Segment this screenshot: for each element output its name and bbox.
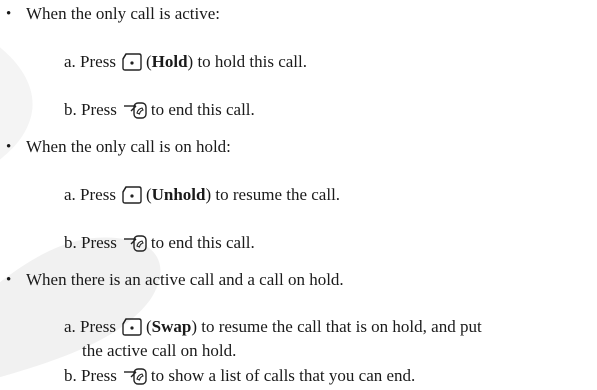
- step-text: b. Press to end this call.: [64, 233, 255, 257]
- softkey-label: Hold: [151, 52, 188, 71]
- step-pre: Press: [80, 185, 116, 204]
- left-softkey-icon: [122, 318, 142, 341]
- step-post: to end this call.: [150, 233, 255, 252]
- step-post: to resume the call.: [215, 185, 341, 204]
- left-softkey-icon: [122, 186, 142, 209]
- step-pre: Press: [81, 233, 117, 252]
- step-text: a. Press (Unhold) to resume the call.: [64, 185, 340, 209]
- step-pre: Press: [80, 317, 116, 336]
- end-call-icon: [123, 234, 147, 257]
- bullet-marker: •: [6, 139, 12, 155]
- step-pre: Press: [80, 52, 116, 71]
- step-post: to show a list of calls that you can end…: [150, 366, 416, 385]
- bullet-marker: •: [6, 6, 12, 22]
- end-call-icon: [123, 101, 147, 124]
- instructions-document: • When the only call is active: a. Press…: [0, 0, 597, 387]
- step-text: a. Press (Swap) to resume the call that i…: [64, 317, 482, 341]
- step-text: a. Press (Hold) to hold this call.: [64, 52, 307, 76]
- bullet-text: When the only call is active:: [26, 4, 221, 23]
- bullet-text: When there is an active call and a call …: [26, 270, 344, 289]
- step-text: b. Press to end this call.: [64, 100, 255, 124]
- step-text: b. Press to show a list of calls that you…: [64, 366, 415, 390]
- step-letter: a.: [64, 185, 76, 204]
- step-letter: b.: [64, 100, 77, 119]
- softkey-label: Unhold: [151, 185, 206, 204]
- bullet-text: When the only call is on hold:: [26, 137, 231, 156]
- step-post: to end this call.: [150, 100, 255, 119]
- step-post: to resume the call that is on hold, and …: [201, 317, 482, 336]
- step-post: to hold this call.: [197, 52, 307, 71]
- step-paren-close: ): [205, 185, 212, 204]
- step-paren-close: ): [187, 52, 194, 71]
- step-paren-close: ): [191, 317, 197, 336]
- step-letter: b.: [64, 366, 77, 385]
- bullet-marker: •: [6, 272, 12, 288]
- softkey-label: Swap: [151, 317, 192, 336]
- left-softkey-icon: [122, 53, 142, 76]
- step-pre: Press: [81, 100, 117, 119]
- step-letter: b.: [64, 233, 77, 252]
- step-letter: a.: [64, 52, 76, 71]
- step-letter: a.: [64, 317, 76, 336]
- step-pre: Press: [81, 366, 117, 385]
- step-continuation-text: the active call on hold.: [82, 341, 237, 360]
